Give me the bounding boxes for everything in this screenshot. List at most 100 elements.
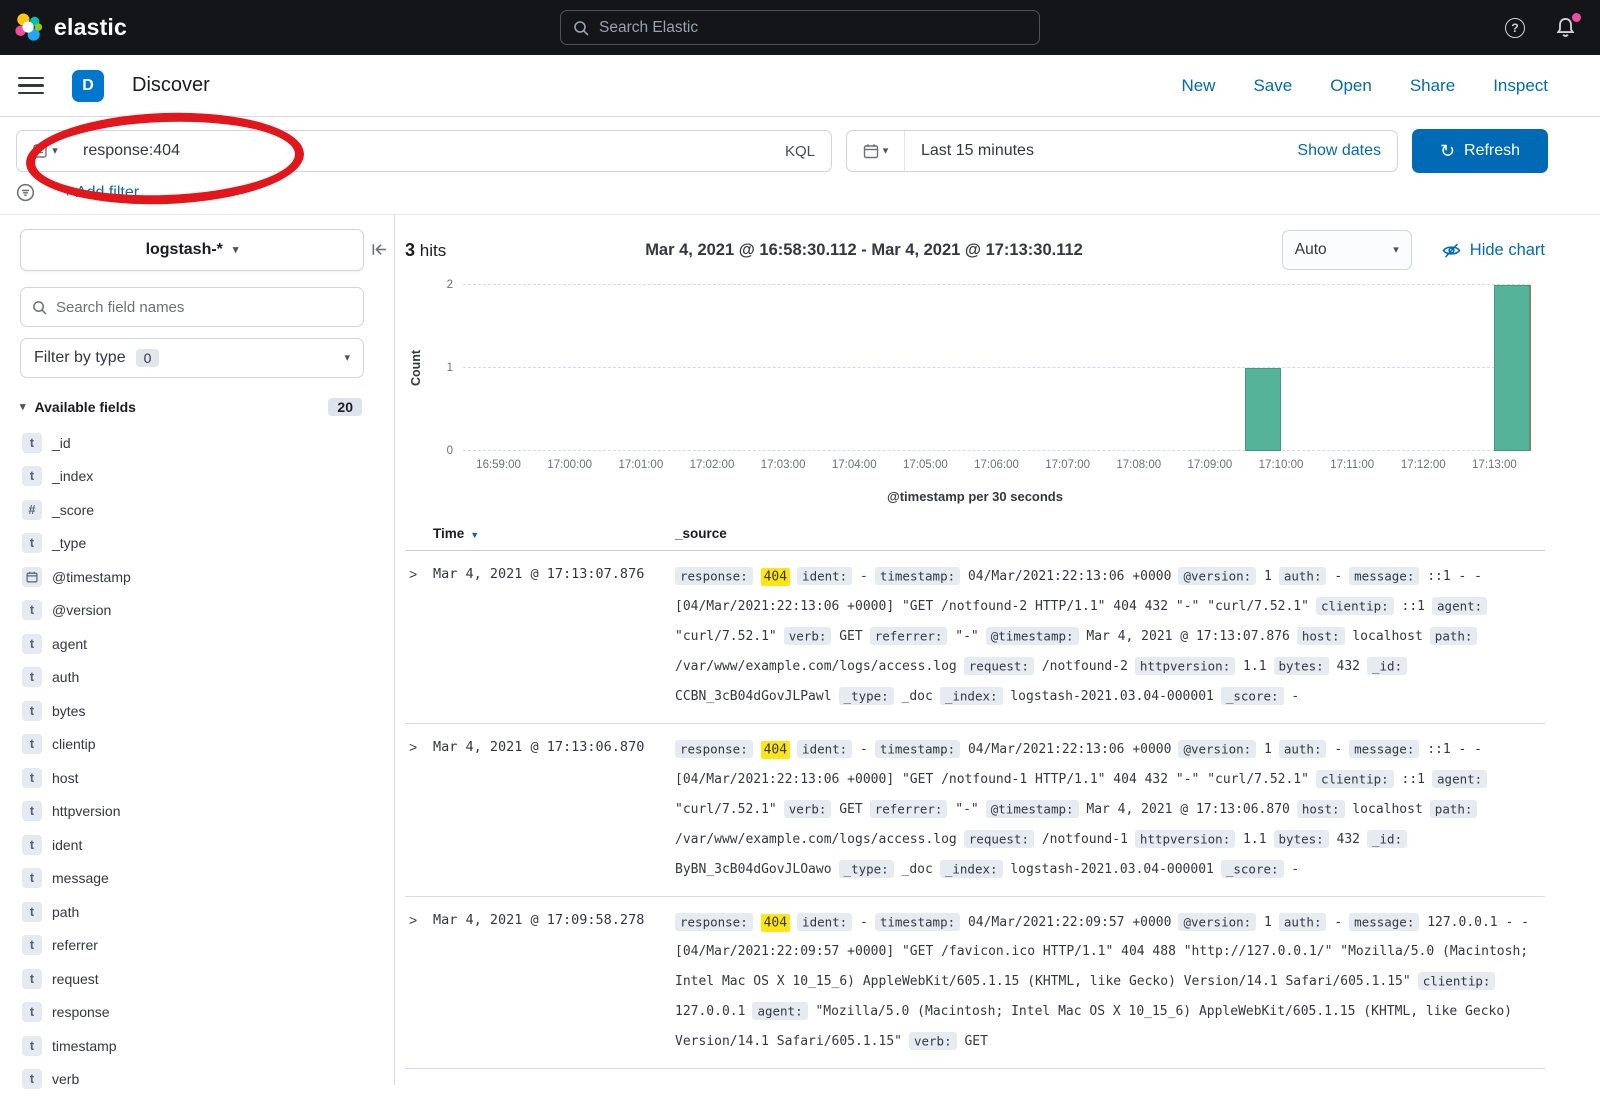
source-field-value: /notfound-1: [1042, 832, 1128, 847]
header-action-new[interactable]: New: [1181, 76, 1215, 96]
field-item-_id[interactable]: t_id: [20, 426, 364, 460]
query-input[interactable]: ▾ response:404 KQL: [16, 130, 832, 172]
index-pattern-name: logstash-*: [146, 241, 223, 259]
header-action-save[interactable]: Save: [1253, 76, 1292, 96]
field-name: timestamp: [52, 1038, 117, 1054]
field-item-agent[interactable]: tagent: [20, 627, 364, 661]
field-item-request[interactable]: trequest: [20, 962, 364, 996]
brand-text: elastic: [54, 14, 127, 41]
x-tick-label: 17:00:00: [547, 459, 592, 471]
x-tick-label: 17:05:00: [903, 459, 948, 471]
field-search-input[interactable]: Search field names: [20, 287, 364, 327]
source-field-value: 04/Mar/2021:22:13:06 +0000: [968, 569, 1172, 584]
chevron-down-icon: ▾: [20, 402, 26, 413]
source-field-key: bytes:: [1274, 657, 1329, 675]
source-field-key: ident:: [797, 567, 852, 585]
expand-doc-button[interactable]: >: [405, 734, 433, 761]
refresh-button[interactable]: ↻ Refresh: [1412, 129, 1548, 173]
header-action-share[interactable]: Share: [1410, 76, 1455, 96]
field-item-path[interactable]: tpath: [20, 895, 364, 929]
field-item-referrer[interactable]: treferrer: [20, 929, 364, 963]
notifications-icon[interactable]: [1555, 17, 1576, 38]
expand-doc-button[interactable]: >: [405, 561, 433, 588]
discover-app-badge[interactable]: D: [72, 70, 104, 102]
field-item-bytes[interactable]: tbytes: [20, 694, 364, 728]
source-field-value: 04/Mar/2021:22:13:06 +0000: [968, 742, 1172, 757]
doc-time: Mar 4, 2021 @ 17:09:58.278: [433, 907, 675, 934]
source-field-value: _doc: [902, 689, 933, 704]
source-field-key: path:: [1430, 800, 1478, 818]
show-dates-button[interactable]: Show dates: [1297, 142, 1397, 160]
field-item-_type[interactable]: t_type: [20, 527, 364, 561]
field-item-@version[interactable]: t@version: [20, 594, 364, 628]
add-filter-button[interactable]: + Add filter: [63, 184, 139, 202]
quick-select-button[interactable]: ▾: [847, 131, 905, 171]
field-item-timestamp[interactable]: t timestamp: [20, 1029, 364, 1063]
x-tick-label: 17:11:00: [1330, 459, 1374, 471]
source-field-value: "curl/7.52.1": [675, 802, 777, 817]
filter-by-type-dropdown[interactable]: Filter by type 0 ▾: [20, 338, 364, 378]
histogram-bar[interactable]: [1494, 285, 1530, 451]
source-field-value: -: [860, 569, 868, 584]
help-icon[interactable]: ?: [1505, 18, 1525, 38]
index-pattern-selector[interactable]: logstash-* ▾: [20, 229, 364, 271]
available-fields-header[interactable]: ▾ Available fields 20: [20, 388, 364, 426]
source-field-value-highlighted: 404: [761, 741, 790, 759]
doc-time: Mar 4, 2021 @ 17:13:07.876: [433, 561, 675, 588]
interval-select[interactable]: Auto ▾: [1282, 230, 1412, 270]
source-field-key: @version:: [1178, 913, 1256, 931]
menu-button[interactable]: [18, 77, 44, 95]
string-field-icon: t: [22, 667, 42, 687]
source-field-value: 1: [1264, 569, 1272, 584]
filter-menu-icon[interactable]: [16, 183, 35, 202]
hits-count: 3 hits: [405, 240, 446, 261]
field-name: _score: [52, 502, 94, 518]
elastic-logo[interactable]: elastic: [14, 13, 127, 43]
source-field-key: host:: [1297, 800, 1345, 818]
field-item-httpversion[interactable]: thttpversion: [20, 795, 364, 829]
histogram-chart: Count 012 16:59:0017:00:0017:01:0017:02:…: [405, 285, 1545, 475]
global-search-placeholder: Search Elastic: [599, 19, 698, 37]
field-item-_score[interactable]: #_score: [20, 493, 364, 527]
field-item-response[interactable]: tresponse: [20, 996, 364, 1030]
kql-language-button[interactable]: KQL: [769, 143, 831, 160]
x-tick-label: 17:03:00: [761, 459, 806, 471]
source-field-key: agent:: [1432, 597, 1487, 615]
field-item-_index[interactable]: t_index: [20, 460, 364, 494]
x-tick-label: 17:09:00: [1188, 459, 1233, 471]
query-text[interactable]: response:404: [73, 142, 769, 160]
time-range-button[interactable]: Last 15 minutes: [905, 142, 1297, 160]
interval-value: Auto: [1295, 241, 1327, 259]
source-field-key: verb:: [784, 627, 832, 645]
field-item-ident[interactable]: tident: [20, 828, 364, 862]
field-item-host[interactable]: thost: [20, 761, 364, 795]
header-actions: New Save Open Share Inspect: [1181, 76, 1548, 96]
histogram-bar[interactable]: [1245, 368, 1281, 451]
x-tick-label: 17:04:00: [832, 459, 877, 471]
header-action-open[interactable]: Open: [1330, 76, 1372, 96]
field-item-message[interactable]: tmessage: [20, 862, 364, 896]
column-header-time[interactable]: Time ▼: [433, 526, 675, 541]
chevron-down-icon: ▾: [883, 146, 889, 157]
source-field-value: "-": [955, 802, 978, 817]
string-field-icon: t: [22, 1036, 42, 1056]
field-name: _id: [52, 435, 71, 451]
collapse-sidebar-button[interactable]: [371, 241, 388, 261]
global-search-input[interactable]: Search Elastic: [560, 10, 1040, 45]
field-name: auth: [52, 669, 79, 685]
header-action-inspect[interactable]: Inspect: [1493, 76, 1548, 96]
field-item-@timestamp[interactable]: @timestamp: [20, 560, 364, 594]
string-field-icon: t: [22, 801, 42, 821]
field-item-verb[interactable]: tverb: [20, 1063, 364, 1096]
source-field-key: auth:: [1279, 913, 1327, 931]
field-item-auth[interactable]: tauth: [20, 661, 364, 695]
source-field-key: timestamp:: [875, 567, 960, 585]
source-field-key: @timestamp:: [986, 627, 1079, 645]
field-item-clientip[interactable]: tclientip: [20, 728, 364, 762]
string-field-icon: t: [22, 533, 42, 553]
saved-query-menu-button[interactable]: ▾: [17, 143, 73, 159]
source-field-key: @version:: [1178, 567, 1256, 585]
hide-chart-button[interactable]: Hide chart: [1442, 241, 1545, 260]
expand-doc-button[interactable]: >: [405, 907, 433, 934]
column-header-source[interactable]: _source: [675, 526, 1545, 541]
